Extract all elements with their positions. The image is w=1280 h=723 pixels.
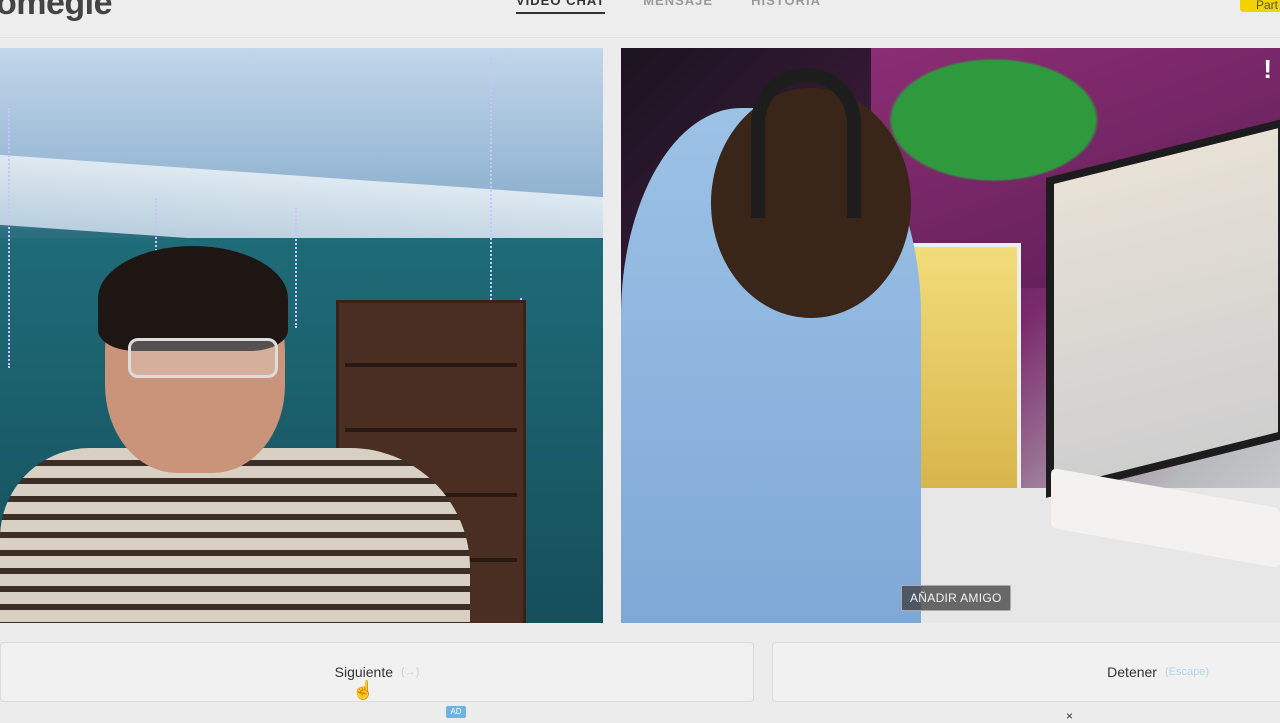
main-nav: VIDEO CHAT MENSAJE HISTORIA xyxy=(516,0,821,14)
exclamation-icon[interactable]: ! xyxy=(1263,54,1272,85)
stop-label: Detener xyxy=(1107,664,1157,680)
stop-button[interactable]: Detener (Escape) xyxy=(772,642,1280,702)
monitor xyxy=(1046,118,1280,498)
ad-badge: AD xyxy=(446,706,466,718)
next-label: Siguiente xyxy=(334,664,394,680)
add-friend-button[interactable]: AÑADIR AMIGO xyxy=(901,585,1011,611)
site-logo[interactable]: omegle xyxy=(0,0,113,23)
hand-cursor-icon: ☝ xyxy=(352,680,375,700)
close-icon[interactable]: × xyxy=(1066,709,1073,723)
next-hint: (→) xyxy=(401,666,420,678)
nav-mensaje[interactable]: MENSAJE xyxy=(643,0,713,14)
local-video xyxy=(0,48,603,623)
remote-video: ! AÑADIR AMIGO xyxy=(621,48,1280,623)
nav-video-chat[interactable]: VIDEO CHAT xyxy=(516,0,606,14)
stop-hint: (Escape) xyxy=(1164,666,1209,678)
join-button[interactable]: Part xyxy=(1240,0,1280,12)
nav-historia[interactable]: HISTORIA xyxy=(751,0,821,14)
headphones xyxy=(751,68,861,218)
top-header: omegle VIDEO CHAT MENSAJE HISTORIA Part xyxy=(0,0,1280,38)
next-button[interactable]: Siguiente (→) xyxy=(0,642,754,702)
